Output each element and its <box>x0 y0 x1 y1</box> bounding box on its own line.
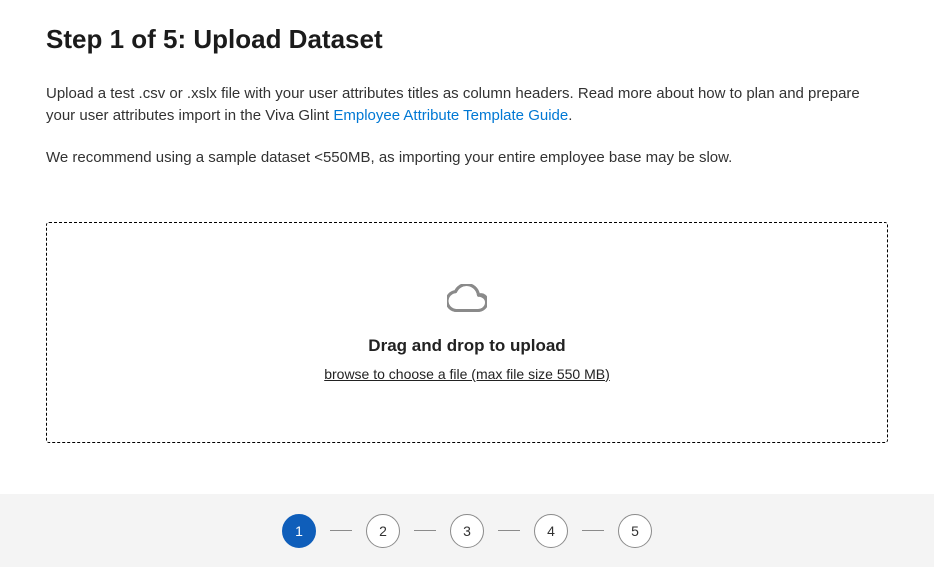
template-guide-link[interactable]: Employee Attribute Template Guide <box>333 107 568 124</box>
dropzone-title: Drag and drop to upload <box>368 336 565 356</box>
page-title: Step 1 of 5: Upload Dataset <box>46 24 888 55</box>
step-3[interactable]: 3 <box>450 514 484 548</box>
step-indicator-bar: 1 2 3 4 5 <box>0 494 934 567</box>
step-connector <box>498 530 520 531</box>
recommendation-text: We recommend using a sample dataset <550… <box>46 147 888 169</box>
step-1[interactable]: 1 <box>282 514 316 548</box>
step-connector <box>330 530 352 531</box>
browse-file-link[interactable]: browse to choose a file (max file size 5… <box>324 366 610 382</box>
file-dropzone[interactable]: Drag and drop to upload browse to choose… <box>46 222 888 443</box>
description-part2: . <box>568 107 572 124</box>
step-2[interactable]: 2 <box>366 514 400 548</box>
cloud-upload-icon <box>447 284 487 312</box>
step-connector <box>582 530 604 531</box>
step-4[interactable]: 4 <box>534 514 568 548</box>
step-5[interactable]: 5 <box>618 514 652 548</box>
description-text: Upload a test .csv or .xslx file with yo… <box>46 83 888 127</box>
step-connector <box>414 530 436 531</box>
